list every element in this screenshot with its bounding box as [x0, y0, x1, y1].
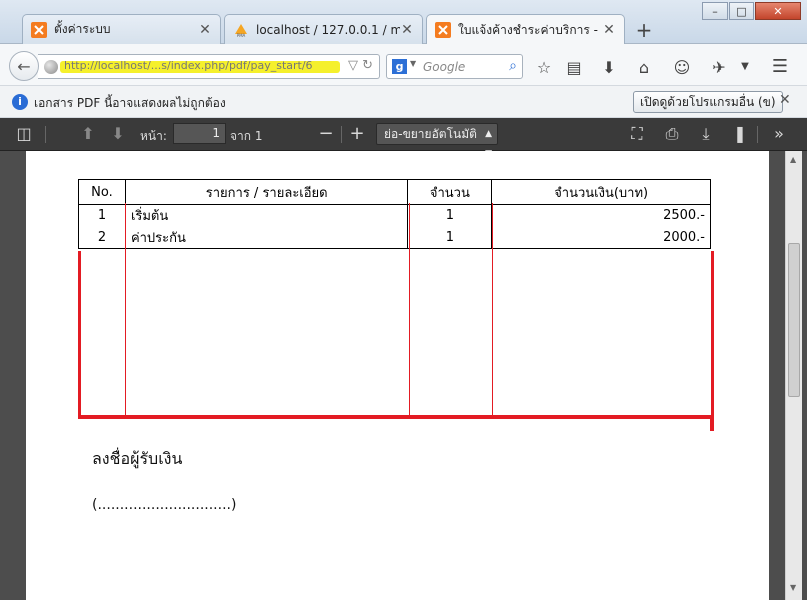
next-page-icon[interactable]: ⬇: [108, 124, 128, 143]
search-icon[interactable]: ⌕: [509, 58, 517, 74]
column-header-qty: จำนวน: [407, 179, 493, 205]
scroll-down-icon[interactable]: ▼: [790, 583, 796, 592]
chevron-down-icon[interactable]: ▼: [735, 61, 755, 72]
invoice-table: No. รายการ / รายละเอียด จำนวน จำนวนเงิน(…: [78, 179, 711, 249]
svg-text:PMA: PMA: [237, 33, 246, 38]
column-header-no: No.: [78, 179, 126, 205]
back-button[interactable]: ←: [9, 51, 39, 81]
xampp-icon: [435, 22, 451, 38]
pdf-viewer[interactable]: No. รายการ / รายละเอียด จำนวน จำนวนเงิน(…: [0, 151, 807, 600]
search-input[interactable]: g ▼ Google ⌕: [386, 54, 523, 79]
info-icon: i: [12, 94, 28, 110]
table-header-row: No. รายการ / รายละเอียด จำนวน จำนวนเงิน(…: [78, 179, 711, 205]
signature-label: ลงชื่อผู้รับเงิน: [92, 449, 183, 468]
fullscreen-icon[interactable]: ⛶: [627, 124, 647, 144]
downloads-icon[interactable]: ⬇: [599, 58, 619, 77]
new-tab-button[interactable]: +: [634, 18, 654, 42]
home-icon[interactable]: ⌂: [634, 58, 654, 77]
tab-invoice[interactable]: ใบแจ้งค้างชำระค่าบริการ - 6 ✕: [426, 14, 625, 45]
column-header-amount: จำนวนเงิน(บาท): [491, 179, 711, 205]
tab-title: ตั้งค่าระบบ: [54, 22, 111, 36]
google-icon: g: [392, 59, 407, 74]
search-placeholder: Google: [423, 60, 466, 74]
xampp-icon: [31, 21, 47, 38]
tab-phpmyadmin[interactable]: PMA localhost / 127.0.0.1 / my... ✕: [224, 14, 423, 44]
pdf-warning-bar: i เอกสาร PDF นี้อาจแสดงผลไม่ถูกต้อง เปิด…: [0, 86, 807, 118]
globe-icon: [44, 60, 58, 74]
tab-close-icon[interactable]: ✕: [602, 22, 616, 38]
row-item: เริ่มต้น: [124, 204, 409, 227]
page-count: จาก 1: [230, 129, 263, 143]
tab-settings[interactable]: ตั้งค่าระบบ ✕: [22, 14, 221, 44]
vertical-scrollbar[interactable]: ▲ ▼: [785, 151, 802, 600]
annotation-red-tail: [710, 417, 714, 431]
tab-title: localhost / 127.0.0.1 / my...: [256, 22, 400, 37]
row-no: 2: [78, 226, 126, 249]
column-header-item: รายการ / รายละเอียด: [124, 179, 409, 205]
extension-icon[interactable]: ✈: [709, 58, 729, 77]
row-qty: 1: [407, 226, 493, 249]
page-label: หน้า:: [140, 129, 167, 143]
reading-list-icon[interactable]: ▤: [564, 58, 584, 77]
download-icon[interactable]: ⤓: [696, 124, 716, 144]
table-row: 1 เริ่มต้น 1 2500.-: [78, 204, 711, 227]
url-bar-icons: ▽ ↻: [348, 58, 373, 73]
zoom-value: ย่อ-ขยายอัตโนมัติ: [384, 127, 477, 141]
open-with-other-app-button[interactable]: เปิดดูด้วยโปรแกรมอื่น (ข): [633, 91, 783, 113]
menu-icon[interactable]: ☰: [770, 56, 790, 77]
pdf-page: No. รายการ / รายละเอียด จำนวน จำนวนเงิน(…: [26, 151, 769, 600]
bookmark-star-icon[interactable]: ☆: [534, 58, 554, 77]
restore-button[interactable]: □: [729, 2, 754, 20]
zoom-out-icon[interactable]: −: [316, 123, 336, 144]
close-icon[interactable]: ✕: [779, 92, 791, 108]
annotation-red-box: [78, 251, 714, 419]
navigation-bar: http://localhost/...s/index.php/pdf/pay_…: [0, 44, 807, 86]
tab-close-icon[interactable]: ✕: [400, 22, 414, 38]
signature-line: (..............................): [92, 497, 237, 513]
phpmyadmin-icon: PMA: [235, 23, 247, 38]
bookmark-icon[interactable]: ❚: [730, 124, 750, 143]
warning-message: เอกสาร PDF นี้อาจแสดงผลไม่ถูกต้อง: [34, 96, 226, 110]
tab-close-icon[interactable]: ✕: [198, 22, 212, 38]
pdf-toolbar: ◫ ⬆ ⬇ หน้า: 1 จาก 1 − + ย่อ-ขยายอัตโนมัต…: [0, 118, 807, 159]
scroll-up-icon[interactable]: ▲: [790, 155, 796, 164]
table-row: 2 ค่าประกัน 1 2000.-: [78, 226, 711, 249]
search-engine-dropdown-icon[interactable]: ▼: [410, 59, 416, 68]
page-number-input[interactable]: 1: [173, 123, 226, 144]
dropdown-arrow-icon[interactable]: ▽: [348, 58, 358, 73]
title-bar: ตั้งค่าระบบ ✕ PMA localhost / 127.0.0.1 …: [0, 0, 807, 45]
zoom-select[interactable]: ย่อ-ขยายอัตโนมัติ ▲▼: [376, 123, 498, 159]
row-item: ค่าประกัน: [124, 226, 409, 249]
row-qty: 1: [407, 204, 493, 227]
chat-icon[interactable]: ☺: [672, 58, 692, 77]
back-arrow-icon: ←: [17, 56, 31, 76]
url-bar[interactable]: http://localhost/...s/index.php/pdf/pay_…: [38, 54, 380, 79]
tab-title: ใบแจ้งค้างชำระค่าบริการ - 6: [458, 22, 602, 37]
tools-menu-icon[interactable]: »: [769, 124, 789, 143]
close-button[interactable]: ✕: [755, 2, 801, 20]
zoom-in-icon[interactable]: +: [347, 123, 367, 144]
row-amount: 2000.-: [491, 226, 711, 249]
toolbar-divider: [45, 126, 46, 143]
previous-page-icon[interactable]: ⬆: [78, 124, 98, 143]
sidebar-toggle-icon[interactable]: ◫: [14, 124, 34, 143]
scrollbar-thumb[interactable]: [788, 243, 800, 397]
row-amount: 2500.-: [491, 204, 711, 227]
minimize-button[interactable]: –: [702, 2, 728, 20]
row-no: 1: [78, 204, 126, 227]
print-icon[interactable]: ⎙: [662, 124, 682, 144]
toolbar-divider: [757, 126, 758, 143]
toolbar-divider: [341, 126, 342, 143]
url-text[interactable]: http://localhost/...s/index.php/pdf/pay_…: [64, 59, 332, 72]
reload-icon[interactable]: ↻: [362, 58, 373, 73]
